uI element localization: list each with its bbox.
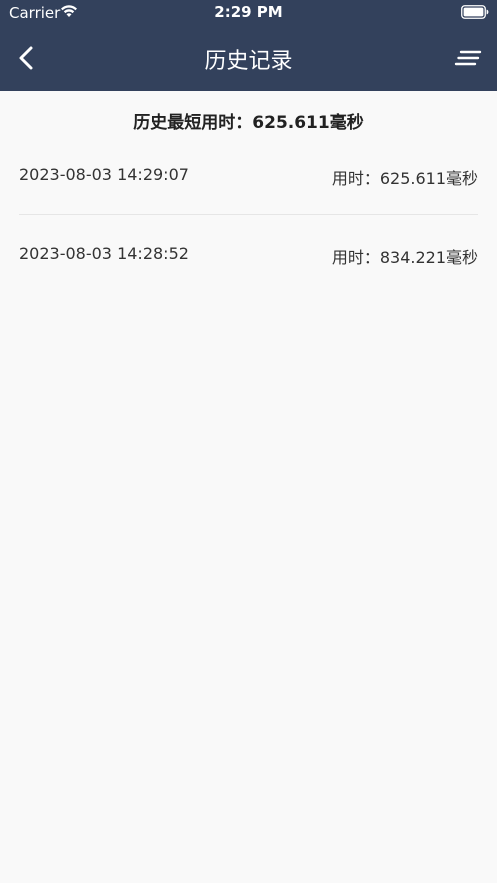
record-datetime: 2023-08-03 14:29:07 — [19, 165, 189, 184]
history-row[interactable]: 2023-08-03 14:28:52 用时：834.221毫秒 — [19, 215, 478, 294]
header-bar: Carrier 2:29 PM 历史记录 — [0, 0, 497, 91]
record-duration: 用时：625.611毫秒 — [331, 169, 478, 188]
battery-icon — [461, 5, 489, 19]
history-row[interactable]: 2023-08-03 14:29:07 用时：625.611毫秒 — [19, 136, 478, 215]
history-list: 2023-08-03 14:29:07 用时：625.611毫秒 2023-08… — [0, 136, 497, 294]
menu-lines-icon[interactable] — [454, 48, 482, 68]
navigation-bar: 历史记录 — [0, 26, 497, 91]
record-duration: 用时：834.221毫秒 — [331, 248, 478, 267]
page-title: 历史记录 — [204, 49, 293, 74]
record-datetime: 2023-08-03 14:28:52 — [19, 244, 189, 263]
status-time: 2:29 PM — [214, 3, 283, 21]
best-record-heading: 历史最短用时：625.611毫秒 — [133, 113, 364, 133]
status-bar: Carrier 2:29 PM — [0, 0, 497, 26]
